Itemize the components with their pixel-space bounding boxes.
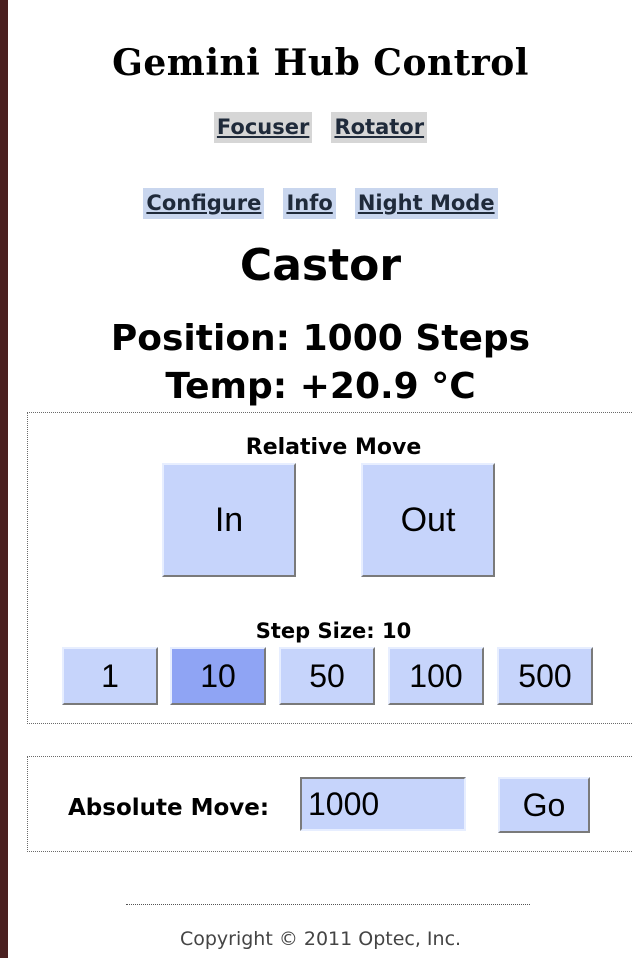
absolute-move-panel: Absolute Move: Go bbox=[27, 756, 633, 852]
step-1-button[interactable]: 1 bbox=[62, 647, 158, 705]
move-out-button[interactable]: Out bbox=[361, 463, 495, 577]
go-button[interactable]: Go bbox=[498, 777, 590, 833]
primary-nav: Focuser Rotator bbox=[8, 112, 633, 143]
nav-night-mode-link[interactable]: Night Mode bbox=[354, 188, 498, 219]
nav-configure-link[interactable]: Configure bbox=[143, 188, 265, 219]
step-50-button[interactable]: 50 bbox=[279, 647, 375, 705]
device-name: Castor bbox=[239, 240, 402, 291]
page: Gemini Hub Control Focuser Rotator Confi… bbox=[8, 0, 633, 958]
copyright-text: Copyright © 2011 Optec, Inc. bbox=[179, 928, 462, 950]
nav-info-link[interactable]: Info bbox=[283, 188, 336, 219]
nav-focuser-link[interactable]: Focuser bbox=[213, 112, 313, 143]
relative-move-panel: Relative Move In Out Step Size: 10 1 10 … bbox=[27, 412, 633, 724]
nav-rotator-link[interactable]: Rotator bbox=[331, 112, 428, 143]
step-10-button[interactable]: 10 bbox=[170, 647, 266, 705]
page-title: Gemini Hub Control bbox=[112, 42, 529, 84]
absolute-position-input[interactable] bbox=[300, 777, 466, 831]
temperature-readout: Temp: +20.9 °C bbox=[165, 366, 476, 407]
left-border bbox=[0, 0, 8, 958]
position-readout: Position: 1000 Steps bbox=[110, 318, 531, 359]
step-500-button[interactable]: 500 bbox=[497, 647, 593, 705]
step-100-button[interactable]: 100 bbox=[388, 647, 484, 705]
secondary-nav: Configure Info Night Mode bbox=[8, 188, 633, 219]
absolute-move-label: Absolute Move: bbox=[68, 795, 270, 821]
footer-divider bbox=[126, 904, 530, 905]
move-in-button[interactable]: In bbox=[162, 463, 296, 577]
relative-move-label: Relative Move bbox=[245, 435, 422, 460]
step-size-label: Step Size: 10 bbox=[255, 619, 412, 643]
